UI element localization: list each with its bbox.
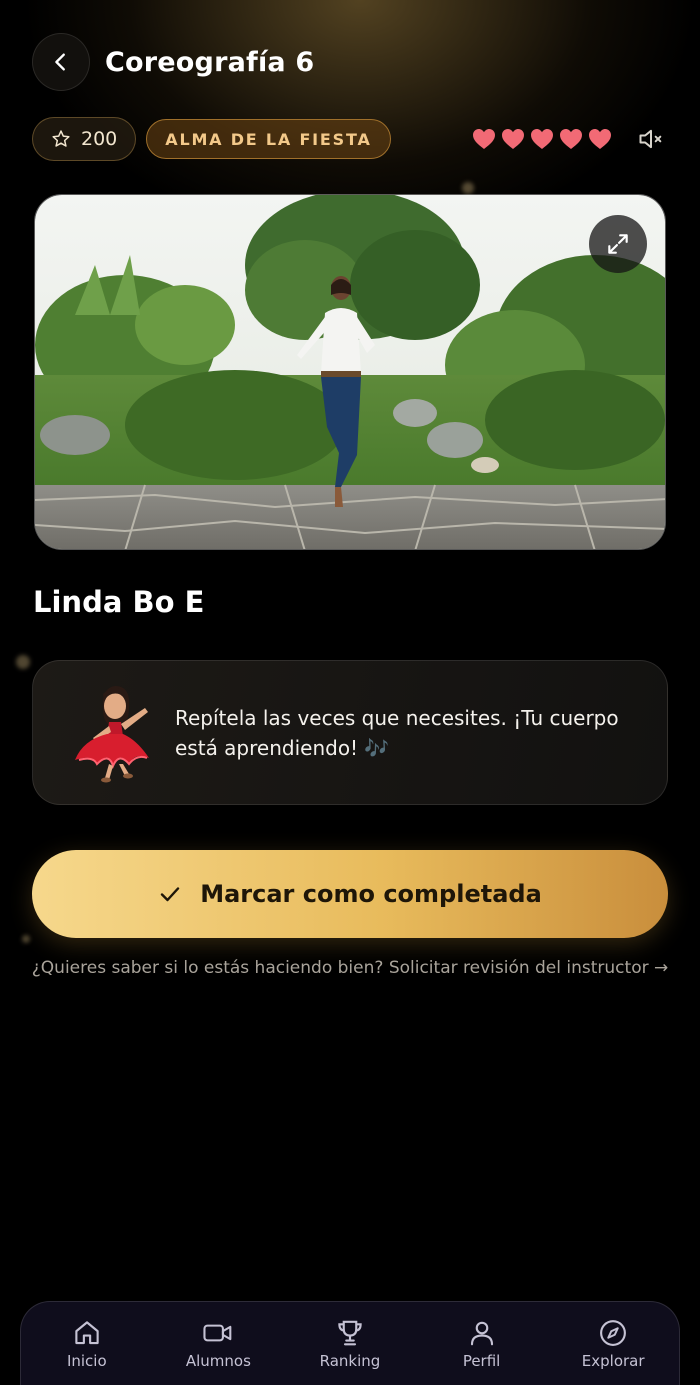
xp-pill[interactable]: 200 [32,117,137,161]
stats-bar: 200 ALMA DE LA FIESTA [32,117,668,161]
home-icon [75,1321,99,1345]
tip-card: Repítela las veces que necesites. ¡Tu cu… [32,660,668,805]
tip-text: Repítela las veces que necesites. ¡Tu cu… [175,705,619,760]
video-frame [35,195,665,549]
sparkle [16,655,30,669]
request-review-link[interactable]: ¿Quieres saber si lo estás haciendo bien… [0,958,700,978]
lesson-title: Linda Bo E [33,585,205,619]
expand-icon [608,234,628,254]
nav-item-perfil[interactable]: Perfil [422,1317,542,1370]
check-icon [161,887,180,902]
heart-icon [560,129,582,149]
nav-item-explorar[interactable]: Explorar [553,1317,673,1370]
nav-label: Ranking [319,1352,381,1370]
nav-label: Explorar [581,1352,645,1370]
bottom-nav: Inicio Alumnos Ranking Perfil Explorar [20,1301,680,1385]
star-icon [52,130,70,147]
nav-item-alumnos[interactable]: Alumnos [158,1317,278,1370]
heart-icon [502,129,524,149]
trophy-icon [338,1320,362,1346]
compass-icon [600,1320,627,1346]
nav-label: Perfil [462,1352,501,1370]
nav-item-inicio[interactable]: Inicio [27,1317,147,1370]
nav-label: Inicio [66,1352,107,1370]
heart-icon [589,129,611,149]
nav-item-ranking[interactable]: Ranking [290,1317,410,1370]
heart-icon [531,129,553,149]
video-player[interactable] [34,194,666,550]
fullscreen-button[interactable] [589,215,647,273]
dancer-mascot-icon [75,685,149,782]
chevron-left-icon [55,53,65,71]
sparkle [462,182,474,194]
mark-complete-label: Marcar como completada [200,880,542,908]
xp-value: 200 [81,128,118,150]
heart-icon [473,129,495,149]
volume-mute-icon [639,129,662,149]
sparkle [22,935,30,943]
header: Coreografía 6 [32,32,314,92]
lives-hearts [472,128,612,150]
mark-complete-button[interactable]: Marcar como completada [32,850,668,938]
back-button[interactable] [32,33,90,91]
user-icon [470,1321,493,1346]
video-icon [203,1324,232,1342]
nav-label: Alumnos [185,1352,251,1370]
page-title: Coreografía 6 [105,46,315,78]
mute-button[interactable] [634,122,668,156]
level-badge[interactable]: ALMA DE LA FIESTA [146,119,391,159]
